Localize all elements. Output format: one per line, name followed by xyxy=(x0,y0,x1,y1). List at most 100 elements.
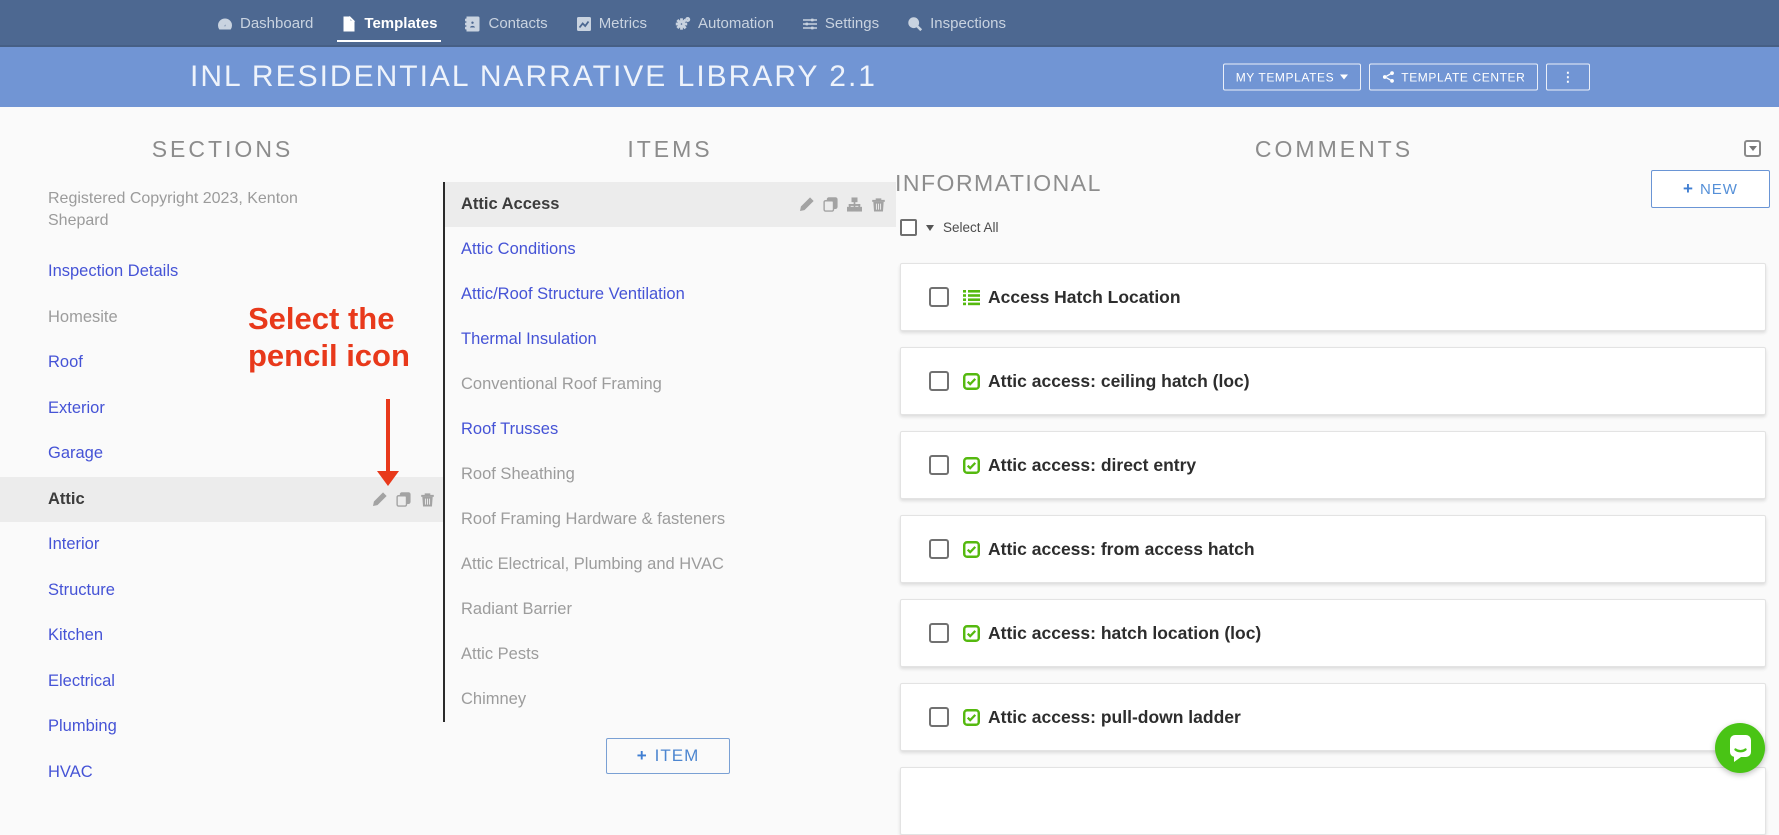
nav-metrics[interactable]: Metrics xyxy=(562,0,661,47)
caret-down-icon[interactable] xyxy=(926,224,934,231)
list-icon xyxy=(963,289,980,306)
item-row-actions xyxy=(799,197,886,212)
share-nodes-icon xyxy=(1383,71,1395,83)
sidebar-item-plumbing[interactable]: Plumbing xyxy=(0,704,443,750)
item-attic-pests[interactable]: Attic Pests xyxy=(445,632,896,677)
page-header: INL RESIDENTIAL NARRATIVE LIBRARY 2.1 MY… xyxy=(0,47,1779,107)
template-center-button[interactable]: TEMPLATE CENTER xyxy=(1369,63,1539,91)
item-label: Attic Access xyxy=(461,195,560,213)
nav-automation[interactable]: Automation xyxy=(661,0,788,47)
copy-icon[interactable] xyxy=(823,197,838,212)
section-label: Garage xyxy=(48,444,104,463)
sliders-icon xyxy=(802,16,818,32)
chat-launcher-button[interactable] xyxy=(1715,723,1765,773)
nav-contacts[interactable]: Contacts xyxy=(451,0,561,47)
comment-card[interactable]: Attic access: hatch location (loc) xyxy=(900,599,1766,667)
sidebar-item-interior[interactable]: Interior xyxy=(0,522,443,568)
comments-heading: COMMENTS xyxy=(1254,136,1414,162)
check-square-icon xyxy=(963,624,980,642)
item-label: Attic Conditions xyxy=(461,240,576,258)
trash-icon[interactable] xyxy=(871,197,886,212)
sidebar-item-exterior[interactable]: Exterior xyxy=(0,386,443,432)
sidebar-item-inspection-details[interactable]: Inspection Details xyxy=(0,249,443,295)
item-label: Roof Trusses xyxy=(461,420,559,438)
plus-icon: + xyxy=(1683,179,1694,198)
comment-label: Access Hatch Location xyxy=(988,286,1181,307)
my-templates-button[interactable]: MY TEMPLATES xyxy=(1222,63,1362,91)
select-all-control[interactable]: Select All xyxy=(900,219,999,236)
item-attic-roof-structure-ventilation[interactable]: Attic/Roof Structure Ventilation xyxy=(445,272,896,317)
annotation-text: Select the pencil icon xyxy=(248,300,410,374)
sections-list: Registered Copyright 2023, Kenton Shepar… xyxy=(0,180,443,795)
comment-checkbox[interactable] xyxy=(929,455,949,475)
comment-checkbox[interactable] xyxy=(929,287,949,307)
template-center-label: TEMPLATE CENTER xyxy=(1401,70,1526,84)
comment-label: Attic access: hatch location (loc) xyxy=(988,622,1262,643)
item-radiant-barrier[interactable]: Radiant Barrier xyxy=(445,587,896,632)
nav-label: Contacts xyxy=(488,15,548,32)
item-label: Attic Pests xyxy=(461,645,539,663)
item-roof-sheathing[interactable]: Roof Sheathing xyxy=(445,452,896,497)
nav-settings[interactable]: Settings xyxy=(788,0,893,47)
item-label: Conventional Roof Framing xyxy=(461,375,662,393)
select-all-checkbox[interactable] xyxy=(900,219,917,236)
pencil-icon[interactable] xyxy=(372,492,387,507)
item-attic-access[interactable]: Attic Access xyxy=(445,182,896,227)
comment-checkbox[interactable] xyxy=(929,539,949,559)
more-options-button[interactable]: ⋮ xyxy=(1546,63,1590,91)
comment-checkbox[interactable] xyxy=(929,623,949,643)
sidebar-item-electrical[interactable]: Electrical xyxy=(0,659,443,705)
add-item-button[interactable]: + ITEM xyxy=(606,738,730,774)
comment-group-heading: INFORMATIONAL xyxy=(895,170,1102,196)
comment-card[interactable]: Attic access: ceiling hatch (loc) xyxy=(900,347,1766,415)
item-conventional-roof-framing[interactable]: Conventional Roof Framing xyxy=(445,362,896,407)
item-thermal-insulation[interactable]: Thermal Insulation xyxy=(445,317,896,362)
new-comment-label: NEW xyxy=(1699,180,1738,198)
comment-card[interactable]: Attic access: from access hatch xyxy=(900,515,1766,583)
trash-icon[interactable] xyxy=(420,492,435,507)
item-label: Attic/Roof Structure Ventilation xyxy=(461,285,685,303)
ellipsis-vertical-icon: ⋮ xyxy=(1561,69,1575,84)
copy-icon[interactable] xyxy=(396,491,411,507)
annotation-line-2: pencil icon xyxy=(248,338,410,373)
item-attic-conditions[interactable]: Attic Conditions xyxy=(445,227,896,272)
item-attic-electrical-plumbing-hvac[interactable]: Attic Electrical, Plumbing and HVAC xyxy=(445,542,896,587)
item-label: Radiant Barrier xyxy=(461,600,572,618)
pencil-icon[interactable] xyxy=(799,197,814,212)
item-label: Thermal Insulation xyxy=(461,330,597,348)
section-label: Interior xyxy=(48,535,100,554)
sidebar-item-kitchen[interactable]: Kitchen xyxy=(0,613,443,659)
comment-label: Attic access: pull-down ladder xyxy=(988,706,1241,727)
item-label: Chimney xyxy=(461,690,527,708)
nav-dashboard[interactable]: Dashboard xyxy=(203,0,327,47)
sidebar-item-hvac[interactable]: HVAC xyxy=(0,750,443,796)
comment-label: Attic access: direct entry xyxy=(988,454,1197,475)
sidebar-item-garage[interactable]: Garage xyxy=(0,431,443,477)
section-label: Structure xyxy=(48,580,115,599)
sidebar-item-structure[interactable]: Structure xyxy=(0,568,443,614)
caret-down-icon xyxy=(1748,146,1757,151)
comment-card[interactable]: Attic access: direct entry xyxy=(900,431,1766,499)
item-roof-framing-hardware[interactable]: Roof Framing Hardware & fasteners xyxy=(445,497,896,542)
collapse-comments-icon[interactable] xyxy=(1744,140,1761,157)
check-square-icon xyxy=(963,372,980,390)
page-title: INL RESIDENTIAL NARRATIVE LIBRARY 2.1 xyxy=(190,60,877,93)
my-templates-label: MY TEMPLATES xyxy=(1235,70,1335,84)
check-square-icon xyxy=(963,540,980,558)
new-comment-button[interactable]: + NEW xyxy=(1651,170,1770,208)
comment-card-partial[interactable] xyxy=(900,767,1766,835)
check-square-icon xyxy=(963,708,980,726)
comment-checkbox[interactable] xyxy=(929,371,949,391)
comment-card[interactable]: Access Hatch Location xyxy=(900,263,1766,331)
nav-templates[interactable]: Templates xyxy=(327,0,451,47)
comment-card[interactable]: Attic access: pull-down ladder xyxy=(900,683,1766,751)
nav-inspections[interactable]: Inspections xyxy=(893,0,1020,47)
gears-icon xyxy=(675,16,691,32)
annotation-arrow xyxy=(386,399,390,473)
sections-heading: SECTIONS xyxy=(151,136,294,162)
comment-checkbox[interactable] xyxy=(929,707,949,727)
item-roof-trusses[interactable]: Roof Trusses xyxy=(445,407,896,452)
sitemap-icon[interactable] xyxy=(847,197,862,212)
item-chimney[interactable]: Chimney xyxy=(445,677,896,722)
section-label: Exterior xyxy=(48,398,105,417)
